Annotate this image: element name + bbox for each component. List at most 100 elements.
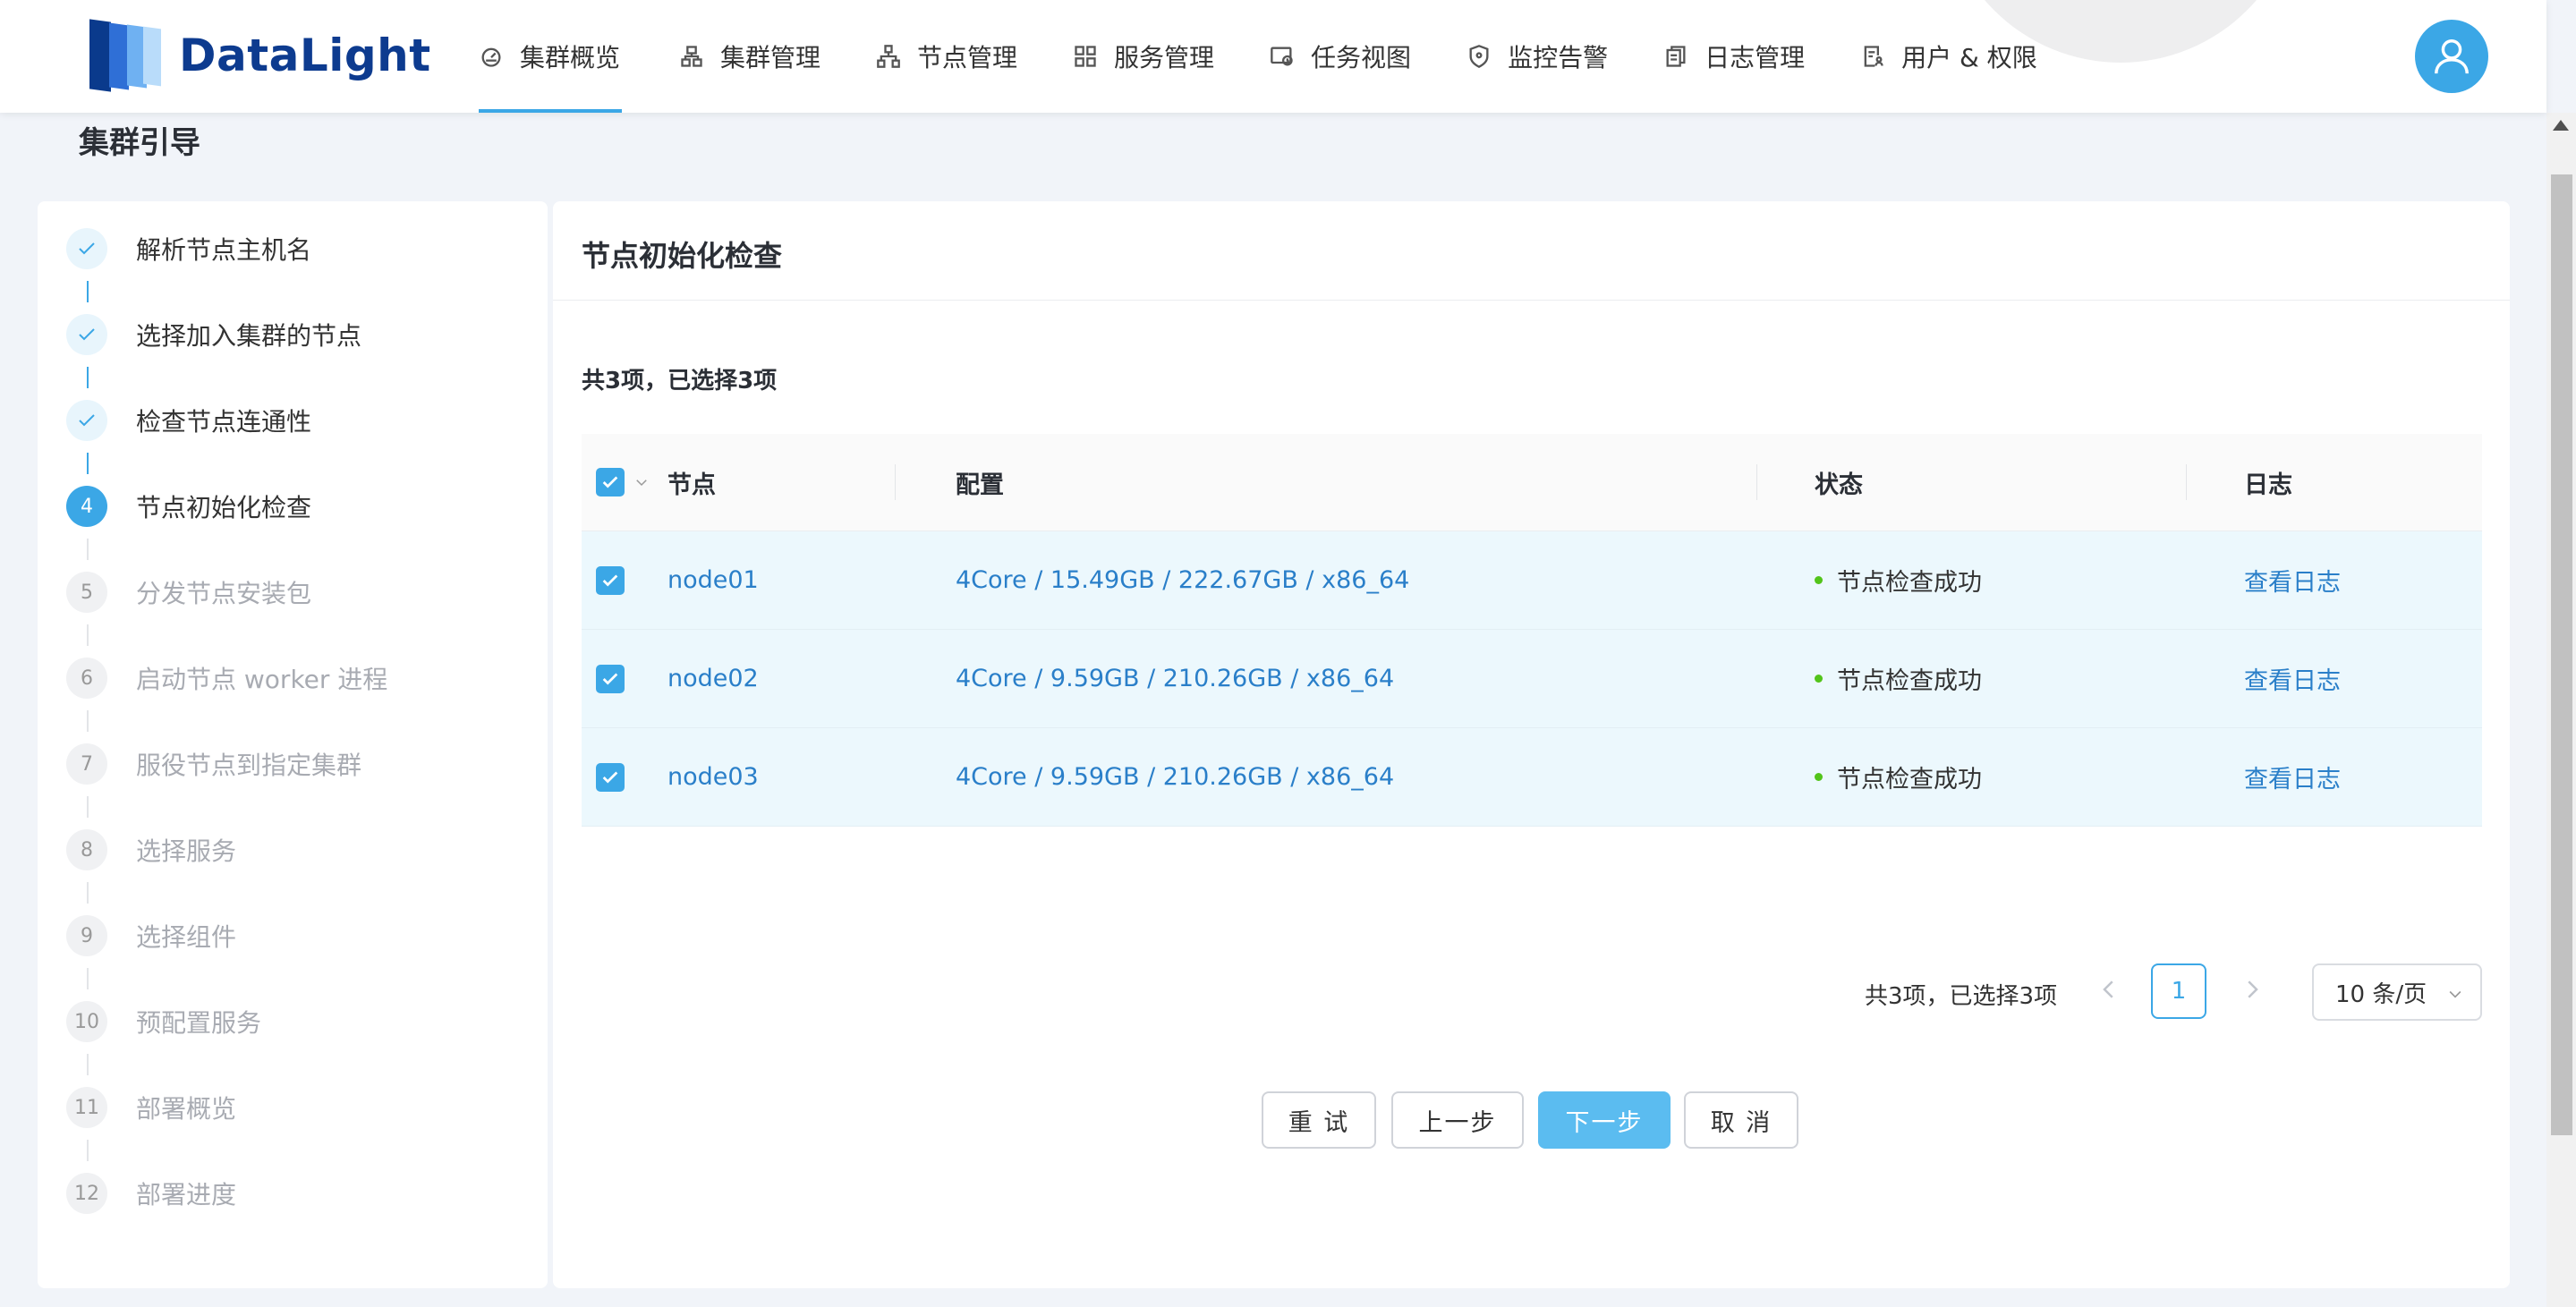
- step-number: 12: [66, 1173, 107, 1214]
- step-10: 10 预配置服务: [66, 1000, 261, 1043]
- node-name[interactable]: node03: [667, 763, 927, 791]
- step-number: 11: [66, 1087, 107, 1128]
- divider: [553, 300, 2510, 301]
- step-number: 5: [66, 572, 107, 613]
- nav-label: 节点管理: [917, 43, 1018, 72]
- step-connector: [87, 710, 89, 732]
- table-row[interactable]: node01 4Core / 15.49GB / 222.67GB / x86_…: [582, 531, 2482, 630]
- nav-label: 监控告警: [1508, 43, 1609, 72]
- column-separator: [895, 464, 896, 500]
- user-icon: [2435, 39, 2469, 74]
- step-label: 分发节点安装包: [136, 579, 312, 608]
- table-header: 节点 配置 状态 日志: [582, 434, 2482, 531]
- nav-label: 集群概览: [520, 43, 621, 72]
- step-connector: [87, 882, 89, 904]
- nav-label: 集群管理: [720, 43, 821, 72]
- section-title: 节点初始化检查: [582, 239, 783, 273]
- nav-item-cluster-management[interactable]: 集群管理: [679, 0, 820, 113]
- header-checkbox-cell: [582, 468, 667, 496]
- nav-item-log-management[interactable]: 日志管理: [1663, 0, 1805, 113]
- success-dot-icon: [1815, 675, 1823, 683]
- step-label: 检查节点连通性: [136, 407, 312, 437]
- logo-text: DataLight: [179, 30, 431, 81]
- row-checkbox-cell: [582, 664, 667, 693]
- step-7: 7 服役节点到指定集群: [66, 743, 361, 785]
- user-permission-icon: [1864, 46, 1883, 67]
- step-number: 8: [66, 829, 107, 870]
- check-icon: [79, 414, 95, 427]
- log-icon: [1666, 46, 1686, 67]
- step-connector: [87, 968, 89, 989]
- check-icon: [602, 574, 618, 587]
- page-size-select[interactable]: 10 条/页: [2312, 963, 2482, 1021]
- select-all-checkbox[interactable]: [596, 468, 625, 496]
- node-config: 4Core / 9.59GB / 210.26GB / x86_64: [956, 665, 1395, 692]
- status-text: 节点检查成功: [1837, 667, 1982, 695]
- nav-item-task-view[interactable]: 任务视图: [1270, 0, 1411, 113]
- row-checkbox[interactable]: [596, 664, 625, 693]
- step-connector: [87, 796, 89, 818]
- page-title: 集群引导: [79, 125, 200, 161]
- step-8: 8 选择服务: [66, 828, 236, 871]
- chevron-right-icon[interactable]: [2239, 976, 2266, 1003]
- scrollbar-thumb[interactable]: [2551, 174, 2572, 1135]
- row-checkbox-cell: [582, 565, 667, 595]
- column-header-config: 配置: [956, 471, 1004, 499]
- step-label: 部署进度: [136, 1180, 237, 1209]
- view-log-link[interactable]: 查看日志: [2215, 563, 2482, 598]
- step-label: 选择加入集群的节点: [136, 321, 362, 351]
- nav-item-user-permissions[interactable]: 用户 & 权限: [1860, 0, 2037, 113]
- step-1: 解析节点主机名: [66, 227, 311, 270]
- node-status: 节点检查成功: [1786, 563, 2215, 598]
- nav-label: 日志管理: [1705, 43, 1806, 72]
- user-avatar[interactable]: [2415, 20, 2488, 93]
- page-button-current[interactable]: 1: [2151, 963, 2206, 1019]
- nav-item-node-management[interactable]: 节点管理: [876, 0, 1017, 113]
- view-log-link[interactable]: 查看日志: [2215, 661, 2482, 696]
- retry-button[interactable]: 重 试: [1262, 1091, 1376, 1149]
- cancel-button[interactable]: 取 消: [1684, 1091, 1798, 1149]
- table-row[interactable]: node03 4Core / 9.59GB / 210.26GB / x86_6…: [582, 728, 2482, 827]
- previous-step-button[interactable]: 上一步: [1391, 1091, 1524, 1149]
- step-9: 9 选择组件: [66, 914, 236, 957]
- column-separator: [1756, 464, 1757, 500]
- app-logo[interactable]: DataLight: [89, 19, 431, 92]
- step-connector: [87, 367, 89, 388]
- success-dot-icon: [1815, 576, 1823, 584]
- step-label: 选择服务: [136, 836, 237, 866]
- status-text: 节点检查成功: [1837, 569, 1982, 597]
- step-label: 启动节点 worker 进程: [136, 665, 388, 694]
- chevron-down-icon[interactable]: [633, 474, 650, 490]
- scroll-up-arrow-icon[interactable]: [2553, 120, 2569, 131]
- step-done-circle: [66, 314, 107, 355]
- check-icon: [602, 476, 618, 488]
- node-name[interactable]: node01: [667, 566, 927, 594]
- nav-item-cluster-overview[interactable]: 集群概览: [479, 0, 622, 113]
- step-number: 9: [66, 915, 107, 956]
- nav-item-monitoring-alerts[interactable]: 监控告警: [1467, 0, 1608, 113]
- view-log-link[interactable]: 查看日志: [2215, 760, 2482, 794]
- step-2: 选择加入集群的节点: [66, 313, 361, 356]
- nav-item-service-management[interactable]: 服务管理: [1073, 0, 1214, 113]
- step-label: 预配置服务: [136, 1008, 262, 1038]
- step-11: 11 部署概览: [66, 1086, 236, 1129]
- check-icon: [602, 771, 618, 784]
- row-checkbox[interactable]: [596, 762, 625, 792]
- top-navigation-bar: DataLight 集群概览 集群管理 节点管理 服务管理 任务视图 监控告警: [0, 0, 2546, 113]
- step-12: 12 部署进度: [66, 1172, 236, 1215]
- nav-label: 任务视图: [1311, 43, 1412, 72]
- column-header-log: 日志: [2244, 471, 2292, 499]
- grid-icon: [1075, 46, 1096, 67]
- cluster-icon: [681, 46, 702, 67]
- row-checkbox[interactable]: [596, 565, 625, 595]
- table-row[interactable]: node02 4Core / 9.59GB / 210.26GB / x86_6…: [582, 630, 2482, 728]
- logo-mark-icon: [89, 19, 166, 92]
- wizard-steps-panel: 解析节点主机名 选择加入集群的节点 检查节点连通性 4 节点初始化检查 5 分发…: [38, 201, 548, 1288]
- column-separator: [2186, 464, 2187, 500]
- step-number: 4: [66, 486, 107, 527]
- node-name[interactable]: node02: [667, 665, 927, 692]
- chevron-left-icon[interactable]: [2096, 976, 2122, 1003]
- step-label: 服役节点到指定集群: [136, 751, 362, 780]
- step-4: 4 节点初始化检查: [66, 485, 311, 528]
- next-step-button[interactable]: 下一步: [1538, 1091, 1671, 1149]
